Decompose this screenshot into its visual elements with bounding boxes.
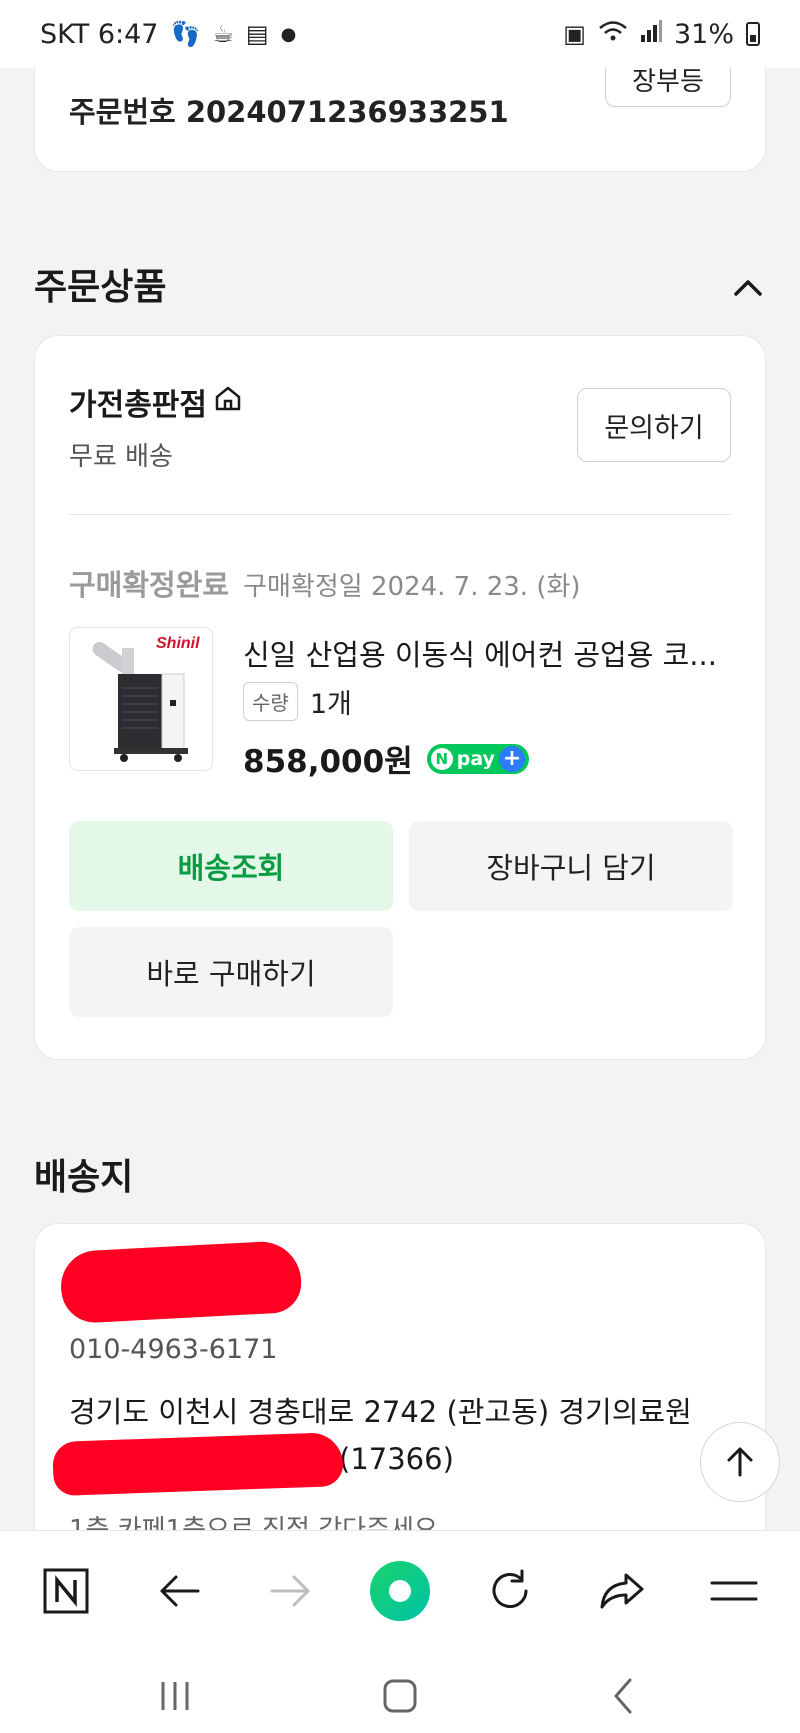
product-price: 858,000원 bbox=[243, 744, 413, 780]
store-name-row[interactable]: 가전총판점 bbox=[69, 380, 243, 424]
quantity-value: 1개 bbox=[309, 689, 352, 720]
store-name: 가전총판점 bbox=[69, 388, 207, 423]
signal-icon bbox=[640, 19, 662, 49]
confirm-date: 구매확정일 2024. 7. 23. (화) bbox=[243, 572, 581, 602]
dot-icon: ● bbox=[280, 23, 297, 45]
back-button[interactable] bbox=[148, 1559, 212, 1623]
carrier-time: SKT 6:47 bbox=[40, 18, 159, 50]
recent-apps-icon bbox=[161, 1682, 189, 1710]
green-dot-button[interactable] bbox=[368, 1559, 432, 1623]
chevron-left-icon bbox=[614, 1678, 632, 1714]
system-back-button[interactable] bbox=[594, 1671, 654, 1721]
missed-call-icon: 👣 bbox=[170, 20, 201, 48]
home-square-icon bbox=[383, 1679, 417, 1713]
hamburger-icon bbox=[710, 1581, 758, 1601]
status-left: SKT 6:47 👣 ☕ ▤ ● bbox=[40, 19, 296, 50]
plus-icon: + bbox=[498, 745, 525, 772]
home-button[interactable] bbox=[370, 1671, 430, 1721]
recent-apps-button[interactable] bbox=[145, 1671, 205, 1721]
arrow-left-icon bbox=[160, 1575, 200, 1607]
buy-now-button[interactable]: 바로 구매하기 bbox=[69, 927, 393, 1017]
quantity-badge: 수량 bbox=[243, 682, 298, 721]
battery-saver-icon: ▣ bbox=[563, 20, 586, 48]
arrow-right-icon bbox=[270, 1575, 310, 1607]
browser-toolbar bbox=[0, 1530, 800, 1733]
share-icon bbox=[600, 1573, 644, 1609]
status-right: ▣ 31% bbox=[563, 19, 760, 50]
thumb-brand-text: Shinil bbox=[156, 635, 200, 652]
address-line-2: (17366) bbox=[339, 1442, 454, 1476]
npay-n-icon: N bbox=[430, 747, 453, 770]
npay-text: pay bbox=[456, 747, 495, 770]
confirm-row: 구매확정완료 구매확정일 2024. 7. 23. (화) bbox=[69, 562, 581, 604]
share-button[interactable] bbox=[590, 1559, 654, 1623]
address-line-1: 경기도 이천시 경충대로 2742 (관고동) 경기의료원 bbox=[69, 1395, 692, 1429]
quantity-row: 수량 1개 bbox=[243, 682, 352, 721]
order-number: 주문번호 2024071236933251 bbox=[69, 95, 509, 129]
battery-percent: 31% bbox=[673, 18, 734, 50]
add-to-cart-button[interactable]: 장바구니 담기 bbox=[409, 821, 733, 911]
menu-button[interactable] bbox=[702, 1559, 766, 1623]
refresh-icon bbox=[492, 1569, 528, 1608]
forward-button[interactable] bbox=[258, 1559, 322, 1623]
home-icon bbox=[213, 383, 243, 421]
refresh-button[interactable] bbox=[478, 1559, 542, 1623]
product-thumbnail[interactable]: Shinil bbox=[69, 627, 213, 771]
section-title-shipping: 배송지 bbox=[34, 1157, 134, 1198]
product-card: 가전총판점 무료 배송 문의하기 구매확정완료 구매확정일 2024. 7. 2… bbox=[34, 335, 766, 1060]
price-row: 858,000원 N pay + bbox=[243, 736, 529, 781]
product-name[interactable]: 신일 산업용 이동식 에어컨 공업용 코... bbox=[243, 632, 733, 674]
scroll-to-top-button[interactable] bbox=[700, 1422, 780, 1502]
track-delivery-button[interactable]: 배송조회 bbox=[69, 821, 393, 911]
section-title-products: 주문상품 bbox=[34, 267, 167, 308]
coffee-icon: ☕ bbox=[212, 20, 234, 48]
chevron-up-icon[interactable] bbox=[730, 270, 766, 306]
redacted-address bbox=[52, 1431, 344, 1497]
shipping-fee: 무료 배송 bbox=[69, 442, 173, 472]
card-icon: ▤ bbox=[245, 20, 269, 48]
npay-plus-badge: N pay + bbox=[426, 743, 529, 774]
naver-home-button[interactable] bbox=[34, 1559, 98, 1623]
confirm-status: 구매확정완료 bbox=[69, 568, 230, 602]
green-dot-icon bbox=[370, 1561, 430, 1621]
inquiry-button[interactable]: 문의하기 bbox=[577, 388, 731, 462]
naver-logo-icon bbox=[43, 1568, 89, 1614]
battery-icon bbox=[746, 22, 760, 46]
arrow-up-icon bbox=[727, 1447, 753, 1477]
divider bbox=[69, 514, 731, 515]
status-bar: SKT 6:47 👣 ☕ ▤ ● ▣ 31% bbox=[0, 0, 800, 68]
wifi-icon bbox=[598, 19, 628, 49]
phone-number: 010-4963-6171 bbox=[69, 1334, 278, 1365]
redacted-name bbox=[59, 1239, 303, 1325]
